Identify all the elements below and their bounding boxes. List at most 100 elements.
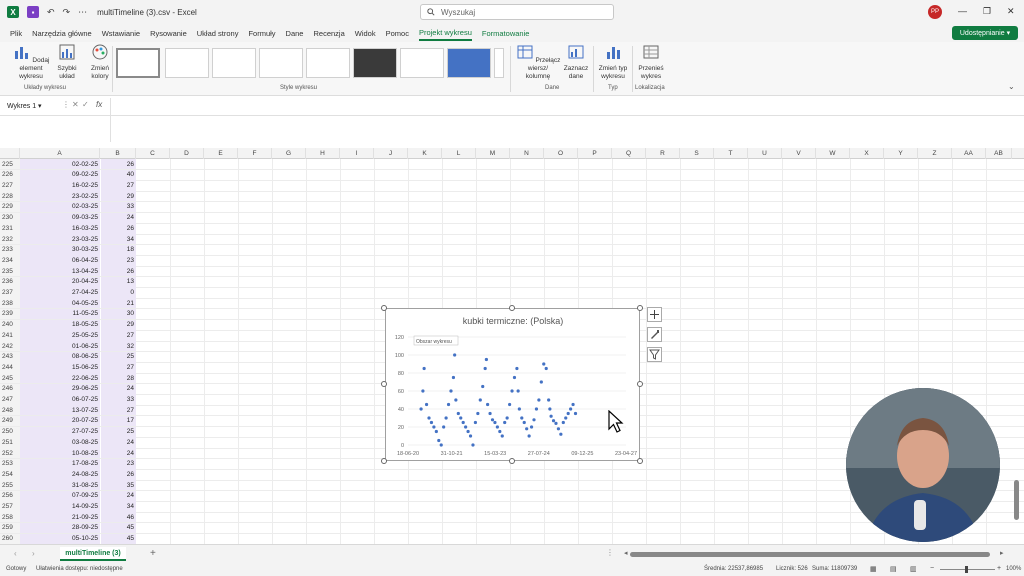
cell-date[interactable]: 29-06-25: [20, 383, 100, 395]
column-header[interactable]: X: [850, 148, 884, 159]
row-number[interactable]: 254: [0, 469, 20, 480]
avatar[interactable]: PP: [928, 5, 942, 19]
row-number[interactable]: 238: [0, 298, 20, 309]
column-header[interactable]: I: [340, 148, 374, 159]
row-number[interactable]: 227: [0, 180, 20, 191]
row-number[interactable]: 225: [0, 159, 20, 170]
cell-value[interactable]: 25: [100, 426, 136, 437]
row-number[interactable]: 232: [0, 233, 20, 245]
cell-value[interactable]: 32: [100, 340, 136, 352]
cell-date[interactable]: 11-05-25: [20, 308, 100, 320]
cell-value[interactable]: 34: [100, 233, 136, 245]
resize-handle[interactable]: [509, 458, 515, 464]
column-header[interactable]: O: [544, 148, 578, 159]
cell-value[interactable]: 25: [100, 351, 136, 362]
normal-view-icon[interactable]: ▦: [870, 565, 877, 573]
cell-date[interactable]: 13-07-25: [20, 405, 100, 416]
chart-filters-button[interactable]: [647, 347, 662, 362]
cell-date[interactable]: 14-09-25: [20, 501, 100, 512]
row-number[interactable]: 250: [0, 426, 20, 437]
cell-date[interactable]: 28-09-25: [20, 522, 100, 534]
cell-date[interactable]: 23-02-25: [20, 191, 100, 202]
resize-handle[interactable]: [637, 305, 643, 311]
enter-icon[interactable]: ✓: [82, 100, 89, 109]
cell-date[interactable]: 22-06-25: [20, 373, 100, 384]
zoom-out-icon[interactable]: −: [930, 565, 934, 572]
cell-date[interactable]: 16-03-25: [20, 223, 100, 234]
tab-home[interactable]: Narzędzia główne: [32, 27, 92, 40]
cell-date[interactable]: 16-02-25: [20, 180, 100, 191]
row-number[interactable]: 249: [0, 415, 20, 427]
cell-date[interactable]: 30-03-25: [20, 244, 100, 255]
close-icon[interactable]: ✕: [1007, 6, 1015, 17]
row-number[interactable]: 245: [0, 373, 20, 384]
column-header[interactable]: Q: [612, 148, 646, 159]
tab-draw[interactable]: Rysowanie: [150, 27, 187, 40]
row-number[interactable]: 260: [0, 533, 20, 544]
cell-date[interactable]: 24-08-25: [20, 469, 100, 480]
cell-value[interactable]: 0: [100, 287, 136, 298]
chart-style-5[interactable]: [306, 48, 350, 78]
cell-value[interactable]: 33: [100, 394, 136, 405]
more-icon[interactable]: ⋮: [62, 100, 70, 109]
chart-styles-button[interactable]: [647, 327, 662, 342]
cell-value[interactable]: 18: [100, 244, 136, 255]
row-number[interactable]: 257: [0, 501, 20, 512]
resize-handle[interactable]: [637, 381, 643, 387]
tab-help[interactable]: Pomoc: [386, 27, 409, 40]
cell-date[interactable]: 20-07-25: [20, 415, 100, 427]
cell-date[interactable]: 05-10-25: [20, 533, 100, 544]
chart-style-4[interactable]: [259, 48, 303, 78]
zoom-slider-thumb[interactable]: [965, 566, 968, 573]
chart-style-7[interactable]: [400, 48, 444, 78]
cell-date[interactable]: 31-08-25: [20, 480, 100, 491]
row-number[interactable]: 248: [0, 405, 20, 416]
cell-value[interactable]: 26: [100, 223, 136, 234]
column-header[interactable]: P: [578, 148, 612, 159]
cell-date[interactable]: 02-03-25: [20, 201, 100, 213]
undo-icon[interactable]: ↶: [47, 7, 55, 18]
cell-value[interactable]: 24: [100, 212, 136, 223]
column-header[interactable]: U: [748, 148, 782, 159]
row-number[interactable]: 252: [0, 447, 20, 459]
chart-style-3[interactable]: [212, 48, 256, 78]
row-number[interactable]: 251: [0, 437, 20, 448]
cell-value[interactable]: 35: [100, 480, 136, 491]
row-number[interactable]: 244: [0, 362, 20, 373]
cell-value[interactable]: 27: [100, 180, 136, 191]
cell-value[interactable]: 23: [100, 255, 136, 266]
select-all-corner[interactable]: [0, 148, 20, 159]
cell-date[interactable]: 13-04-25: [20, 266, 100, 277]
row-number[interactable]: 235: [0, 266, 20, 277]
column-header[interactable]: A: [20, 148, 100, 159]
cell-date[interactable]: 04-05-25: [20, 298, 100, 309]
row-number[interactable]: 240: [0, 319, 20, 330]
cell-value[interactable]: 23: [100, 458, 136, 469]
cell-value[interactable]: 13: [100, 276, 136, 288]
cell-value[interactable]: 17: [100, 415, 136, 427]
cell-date[interactable]: 25-05-25: [20, 330, 100, 341]
row-number[interactable]: 226: [0, 169, 20, 181]
cell-value[interactable]: 28: [100, 373, 136, 384]
restore-icon[interactable]: ❐: [983, 6, 991, 17]
tab-data[interactable]: Dane: [286, 27, 304, 40]
cell-value[interactable]: 40: [100, 169, 136, 181]
column-header[interactable]: B: [100, 148, 136, 159]
chart-style-1[interactable]: [116, 48, 160, 78]
row-number[interactable]: 229: [0, 201, 20, 213]
column-header[interactable]: H: [306, 148, 340, 159]
accessibility-status[interactable]: Ułatwienia dostępu: niedostępne: [36, 566, 123, 572]
row-number[interactable]: 230: [0, 212, 20, 223]
column-header[interactable]: E: [204, 148, 238, 159]
row-number[interactable]: 243: [0, 351, 20, 362]
add-sheet-icon[interactable]: +: [150, 548, 156, 559]
column-header[interactable]: G: [272, 148, 306, 159]
change-chart-type-button[interactable]: Zmień typ wykresu: [596, 44, 630, 81]
tab-formulas[interactable]: Formuły: [248, 27, 275, 40]
scroll-right-icon[interactable]: ▸: [1000, 549, 1004, 557]
sheet-tab[interactable]: multiTimeline (3): [60, 547, 126, 561]
cell-date[interactable]: 08-06-25: [20, 351, 100, 362]
row-number[interactable]: 253: [0, 458, 20, 469]
column-header[interactable]: J: [374, 148, 408, 159]
tab-insert[interactable]: Wstawianie: [102, 27, 140, 40]
